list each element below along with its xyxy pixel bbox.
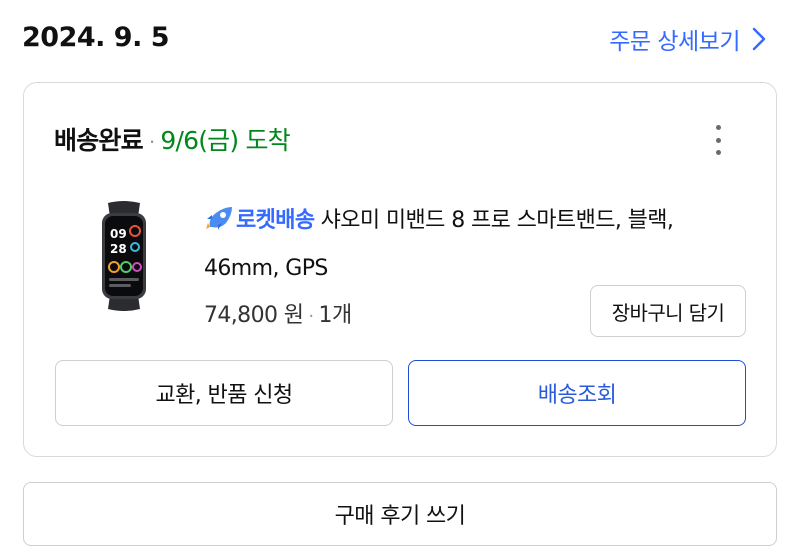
watch-time-hour: 09 [110,227,127,241]
product-title-link[interactable]: 로켓배송 샤오미 미밴드 8 프로 스마트밴드, 블랙, 46mm, GPS [204,199,744,291]
smartband-image: 09 28 [102,201,146,311]
watch-time-min: 28 [110,242,127,256]
order-date: 2024. 9. 5 [22,22,170,53]
status-separator: · [148,130,155,154]
order-history-page: 2024. 9. 5 주문 상세보기 배송완료 · 9/6(금) 도착 09 2… [0,0,800,558]
order-detail-link[interactable]: 주문 상세보기 [609,22,766,56]
rocket-delivery-label: 로켓배송 [236,208,315,233]
arrival-date-text: 9/6(금) 도착 [160,126,290,155]
exchange-return-button[interactable]: 교환, 반품 신청 [55,360,393,426]
write-review-button[interactable]: 구매 후기 쓰기 [23,482,777,546]
product-quantity: 1개 [318,303,353,328]
vertical-ellipsis-icon [715,125,721,130]
product-thumbnail[interactable]: 09 28 [90,201,158,311]
more-options-button[interactable] [708,123,728,157]
delivery-status-row: 배송완료 · 9/6(금) 도착 [54,121,291,157]
rocket-delivery-badge: 로켓배송 [204,207,315,233]
order-detail-link-label: 주문 상세보기 [609,29,740,55]
price-separator: · [308,306,314,327]
product-price: 74,800 원 [204,303,304,328]
rocket-icon [204,203,234,247]
price-quantity-row: 74,800 원 · 1개 [204,297,352,329]
track-delivery-button[interactable]: 배송조회 [408,360,746,426]
add-to-cart-button[interactable]: 장바구니 담기 [590,285,746,337]
order-card: 배송완료 · 9/6(금) 도착 09 28 로켓배송 샤오미 미밴드 8 프로… [23,82,777,457]
delivery-status-label: 배송완료 [54,126,144,155]
chevron-right-icon [752,27,766,51]
